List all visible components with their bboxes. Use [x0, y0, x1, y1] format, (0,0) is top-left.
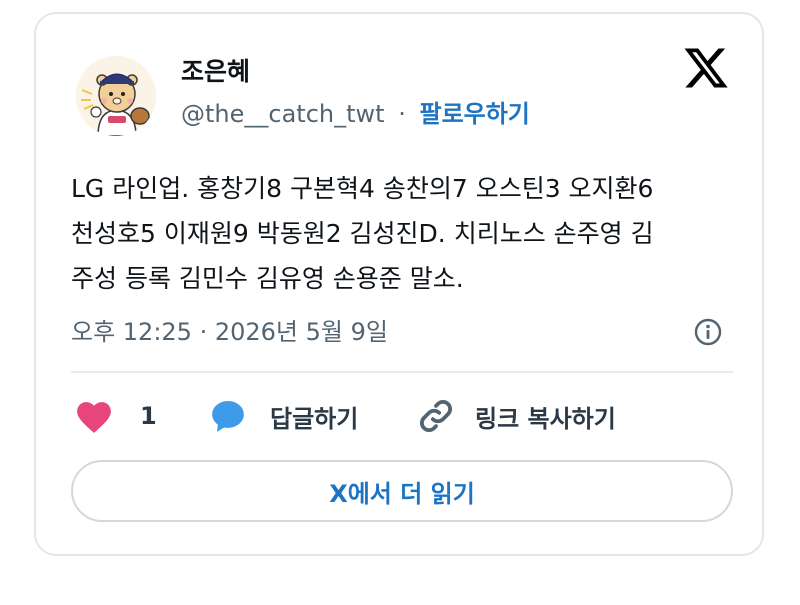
heart-icon — [77, 402, 111, 433]
follow-button[interactable]: 팔로우하기 — [419, 100, 529, 128]
separator-dot: · — [398, 100, 406, 128]
like-count: 1 — [140, 402, 157, 430]
tweet-card: 조은혜 @the__catch_twt · 팔로우하기 LG 라인업. 홍창기8… — [34, 12, 764, 556]
x-logo-icon[interactable] — [682, 44, 730, 92]
link-icon — [419, 399, 453, 433]
avatar-bear-illustration — [76, 56, 156, 136]
tweet-text: LG 라인업. 홍창기8 구본혁4 송찬의7 오스틴3 오지환6 천성호5 이재… — [71, 166, 741, 301]
reply-label: 답글하기 — [270, 404, 359, 433]
like-button[interactable]: 1 — [74, 396, 157, 436]
author-handle[interactable]: @the__catch_twt — [181, 100, 385, 128]
copy-link-label: 링크 복사하기 — [475, 404, 616, 433]
handle-row: @the__catch_twt · 팔로우하기 — [181, 94, 530, 129]
tweet-text-line: 천성호5 이재원9 박동원2 김성진D. 치리노스 손주영 김 — [71, 219, 654, 248]
tweet-text-line: LG 라인업. 홍창기8 구본혁4 송찬의7 오스틴3 오지환6 — [71, 174, 654, 203]
copy-link-button[interactable]: 링크 복사하기 — [417, 396, 616, 436]
tweet-text-line: 주성 등록 김민수 김유영 손용준 말소. — [71, 264, 464, 293]
reply-button[interactable]: 답글하기 — [208, 396, 358, 436]
avatar[interactable] — [76, 56, 156, 136]
speech-bubble-icon — [212, 400, 244, 432]
tweet-timestamp[interactable]: 오후 12:25 · 2026년 5월 9일 — [71, 312, 388, 347]
read-more-button[interactable]: X에서 더 읽기 — [71, 460, 733, 522]
info-icon[interactable] — [693, 317, 723, 347]
author-name[interactable]: 조은혜 — [181, 52, 250, 88]
divider — [71, 371, 733, 373]
